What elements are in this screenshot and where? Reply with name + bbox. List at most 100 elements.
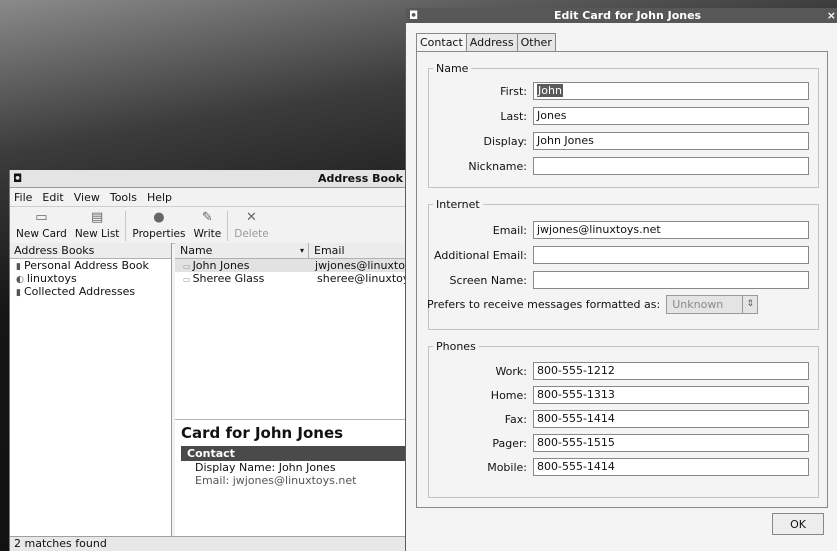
mobile-row: Mobile: 800-555-1414 bbox=[433, 458, 809, 476]
address-books-header[interactable]: Address Books bbox=[10, 243, 171, 259]
write-button[interactable]: ✎ Write bbox=[190, 209, 226, 243]
status-bar: 2 matches found bbox=[10, 536, 410, 551]
work-label: Work: bbox=[495, 364, 527, 378]
pager-label: Pager: bbox=[492, 436, 527, 450]
email-field[interactable]: jwjones@linuxtoys.net bbox=[533, 221, 809, 239]
new-list-icon: ▤ bbox=[90, 209, 104, 225]
card-section-header: Contact bbox=[181, 446, 410, 461]
toolbar: ▭ New Card ▤ New List ● Properties ✎ Wri… bbox=[10, 207, 410, 244]
sort-arrow-icon: ▾ bbox=[299, 246, 304, 255]
address-book-icon: ▮ bbox=[16, 288, 21, 298]
book-label: Collected Addresses bbox=[23, 285, 136, 298]
home-phone-field[interactable]: 800-555-1313 bbox=[533, 386, 809, 404]
menu-bar: File Edit View Tools Help bbox=[10, 188, 410, 207]
last-name-field[interactable]: Jones bbox=[533, 107, 809, 125]
contacts-list-header: Name ▾ Email bbox=[175, 243, 410, 259]
card-display-name: Display Name: John Jones bbox=[195, 461, 336, 474]
name-group-legend: Name bbox=[436, 62, 469, 75]
format-value: Unknown bbox=[672, 298, 724, 311]
menu-tools[interactable]: Tools bbox=[110, 191, 137, 204]
toolbar-separator bbox=[125, 211, 127, 241]
menu-view[interactable]: View bbox=[74, 191, 100, 204]
book-personal[interactable]: ▮ Personal Address Book bbox=[10, 259, 171, 272]
format-dropdown[interactable]: Unknown ⇕ bbox=[666, 295, 759, 314]
book-collected[interactable]: ▮ Collected Addresses bbox=[10, 285, 171, 298]
new-card-label: New Card bbox=[16, 228, 67, 240]
delete-label: Delete bbox=[234, 228, 269, 240]
screen-name-row: Screen Name: bbox=[433, 271, 809, 289]
tab-bar: Contact Address Other bbox=[416, 33, 556, 52]
pager-field[interactable]: 800-555-1515 bbox=[533, 434, 809, 452]
last-row: Last: Jones bbox=[433, 107, 809, 125]
contact-card-icon: ▭ bbox=[183, 275, 191, 284]
dropdown-arrows-icon: ⇕ bbox=[742, 296, 757, 313]
tab-other[interactable]: Other bbox=[516, 33, 556, 51]
contacts-pane: Name ▾ Email ▭ John Jones jwjones@linuxto… bbox=[175, 243, 410, 537]
contact-email: jwjones@linuxtoy bbox=[315, 259, 410, 272]
email-column-header[interactable]: Email bbox=[309, 243, 345, 258]
prefers-label: Prefers to receive messages formatted as… bbox=[427, 298, 661, 311]
display-name-field[interactable]: John Jones bbox=[533, 132, 809, 150]
nickname-label: Nickname: bbox=[468, 159, 527, 173]
new-list-button[interactable]: ▤ New List bbox=[71, 209, 124, 243]
fax-row: Fax: 800-555-1414 bbox=[433, 410, 809, 428]
phones-group-legend: Phones bbox=[436, 340, 476, 353]
card-title: Card for John Jones bbox=[181, 424, 344, 442]
screen-name-label: Screen Name: bbox=[449, 273, 527, 287]
delete-button[interactable]: ✕ Delete bbox=[230, 209, 273, 243]
address-book-body: Address Books ▮ Personal Address Book ◐ li… bbox=[10, 243, 410, 537]
table-row[interactable]: ▭ Sheree Glass sheree@linuxtoy bbox=[175, 272, 410, 285]
address-book-window: ◘ Address Book File Edit View Tools Help… bbox=[9, 170, 410, 551]
additional-email-row: Additional Email: bbox=[433, 246, 809, 264]
toolbar-separator bbox=[227, 211, 229, 241]
additional-email-label: Additional Email: bbox=[434, 248, 527, 262]
menu-help[interactable]: Help bbox=[147, 191, 172, 204]
screen-name-field[interactable] bbox=[533, 271, 809, 289]
properties-label: Properties bbox=[132, 228, 186, 240]
card-preview: Card for John Jones Contact Display Name… bbox=[175, 419, 410, 537]
contact-name: Sheree Glass bbox=[192, 272, 265, 285]
dialog-titlebar[interactable]: ◘ Edit Card for John Jones × bbox=[406, 8, 837, 23]
table-row[interactable]: ▭ John Jones jwjones@linuxtoy bbox=[175, 259, 410, 272]
pencil-icon: ✎ bbox=[201, 209, 213, 225]
address-book-title: Address Book bbox=[318, 172, 403, 185]
card-email-link[interactable]: Email: jwjones@linuxtoys.net bbox=[175, 474, 410, 487]
new-card-button[interactable]: ▭ New Card bbox=[12, 209, 71, 243]
window-menu-icon[interactable]: ◘ bbox=[13, 172, 22, 185]
first-name-field[interactable]: John bbox=[533, 82, 809, 100]
book-linuxtoys[interactable]: ◐ linuxtoys bbox=[10, 272, 171, 285]
close-icon[interactable]: × bbox=[827, 8, 836, 23]
new-card-icon: ▭ bbox=[35, 209, 48, 225]
pager-row: Pager: 800-555-1515 bbox=[433, 434, 809, 452]
tab-contact[interactable]: Contact bbox=[416, 33, 467, 52]
name-column-header[interactable]: Name ▾ bbox=[175, 243, 309, 258]
address-book-titlebar[interactable]: ◘ Address Book bbox=[10, 170, 410, 188]
tab-address[interactable]: Address bbox=[465, 33, 518, 51]
contact-name: John Jones bbox=[192, 259, 250, 272]
delete-icon: ✕ bbox=[246, 209, 257, 225]
directory-icon: ◐ bbox=[16, 275, 24, 285]
mobile-label: Mobile: bbox=[487, 460, 527, 474]
book-label: linuxtoys bbox=[26, 272, 77, 285]
write-label: Write bbox=[193, 228, 222, 240]
fax-field[interactable]: 800-555-1414 bbox=[533, 410, 809, 428]
work-phone-row: Work: 800-555-1212 bbox=[433, 362, 809, 380]
ok-button[interactable]: OK bbox=[772, 513, 824, 535]
internet-group-legend: Internet bbox=[436, 198, 480, 211]
display-label: Display: bbox=[483, 134, 527, 148]
menu-edit[interactable]: Edit bbox=[42, 191, 63, 204]
work-phone-field[interactable]: 800-555-1212 bbox=[533, 362, 809, 380]
mobile-field[interactable]: 800-555-1414 bbox=[533, 458, 809, 476]
additional-email-field[interactable] bbox=[533, 246, 809, 264]
first-row: First: John bbox=[433, 82, 809, 100]
display-row: Display: John Jones bbox=[433, 132, 809, 150]
properties-button[interactable]: ● Properties bbox=[128, 209, 189, 243]
nickname-row: Nickname: bbox=[433, 157, 809, 175]
nickname-field[interactable] bbox=[533, 157, 809, 175]
window-menu-icon[interactable]: ◘ bbox=[409, 8, 418, 23]
info-icon: ● bbox=[153, 209, 165, 225]
contact-email: sheree@linuxtoy bbox=[317, 272, 410, 285]
fax-label: Fax: bbox=[504, 412, 527, 426]
email-row: Email: jwjones@linuxtoys.net bbox=[433, 221, 809, 239]
menu-file[interactable]: File bbox=[14, 191, 32, 204]
